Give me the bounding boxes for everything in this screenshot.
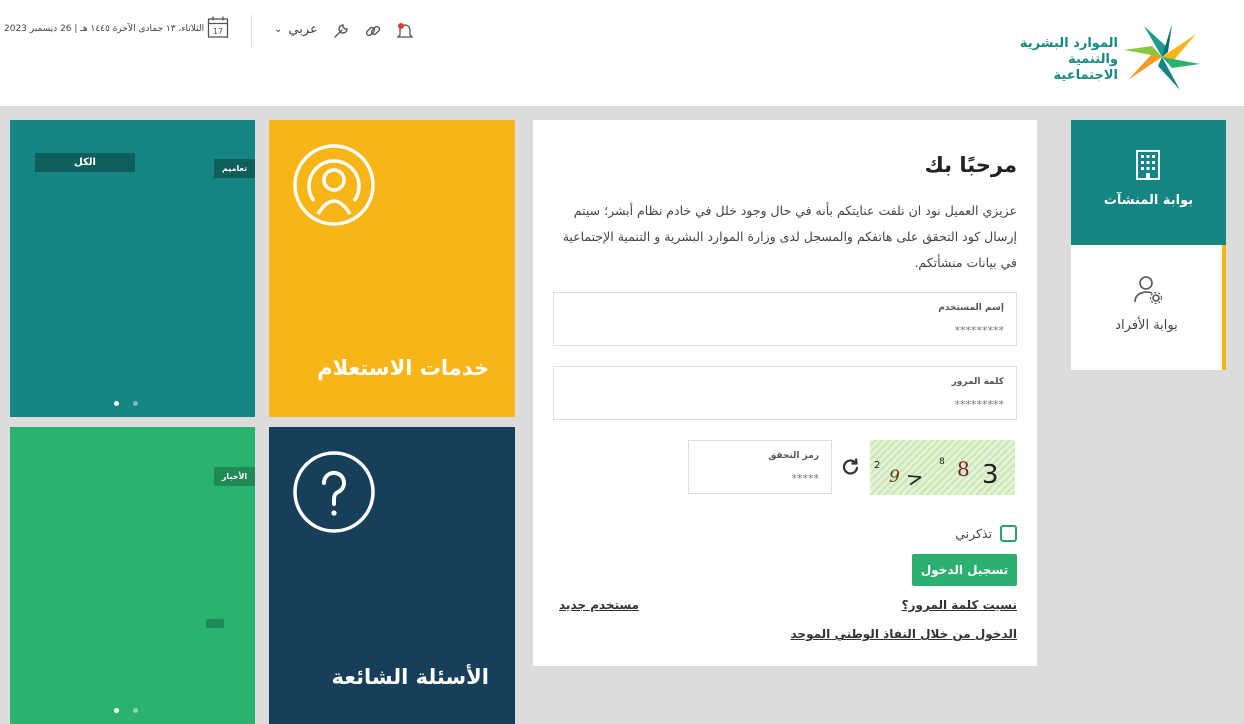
inquiry-services-title: خدمات الاستعلام	[317, 356, 489, 380]
date-display: الثلاثاء، ١٣ جمادى الآخرة ١٤٤٥ هـ | 26 د…	[4, 18, 204, 40]
verification-code-label: رمز التحقق	[768, 451, 819, 461]
news-tile-2[interactable]: الأخبار	[10, 427, 255, 724]
password-field[interactable]: كلمة المرور	[553, 366, 1017, 420]
calendar-day: 17	[213, 27, 223, 36]
carousel-dot[interactable]	[114, 401, 119, 406]
broadcast-person-icon	[293, 144, 375, 226]
intro-text: عزيزي العميل نود ان نلفت عنايتكم بأنه في…	[562, 203, 1017, 270]
carousel-dot[interactable]	[133, 708, 138, 713]
logo-mark-icon	[1124, 24, 1200, 90]
carousel-dots	[114, 708, 138, 713]
faq-tile[interactable]: الأسئلة الشائعة	[269, 427, 515, 724]
inquiry-services-tile[interactable]: خدمات الاستعلام	[269, 120, 515, 417]
captcha-char: >	[904, 464, 926, 492]
slide-indicator	[206, 619, 224, 628]
password-label: كلمة المرور	[951, 377, 1004, 387]
date-text: الثلاثاء، ١٣ جمادى الآخرة ١٤٤٥ هـ | 26 د…	[4, 24, 205, 34]
password-input[interactable]	[804, 398, 1004, 411]
username-label: إسم المستخدم	[938, 303, 1004, 313]
remember-me-label: تذكرني	[955, 526, 992, 541]
header-divider	[251, 15, 252, 47]
chevron-down-icon: ⌄	[274, 24, 283, 35]
captcha-image: 3 8 8 > 2 9	[870, 440, 1015, 495]
verification-code-input[interactable]	[759, 472, 819, 485]
captcha-char: 8	[957, 457, 970, 481]
calendar-icon[interactable]: 17	[207, 15, 229, 39]
username-input[interactable]	[804, 324, 1004, 337]
carousel-dots	[114, 401, 138, 406]
captcha-char: 8	[939, 457, 945, 467]
nafath-login-link[interactable]: الدخول من خلال النفاذ الوطني الموحد	[791, 627, 1018, 641]
individuals-portal-tab[interactable]: بوابة الأفراد	[1071, 245, 1226, 370]
remember-me[interactable]: تذكرني	[955, 525, 1017, 542]
welcome-heading: مرحبًا بك	[924, 153, 1017, 177]
user-settings-icon	[1134, 276, 1163, 305]
language-label: عربي	[288, 22, 318, 37]
logo-text: الموارد البشرية والتنمية الاجتماعية	[1019, 36, 1118, 83]
faq-title: الأسئلة الشائعة	[331, 665, 490, 689]
ministry-logo[interactable]: الموارد البشرية والتنمية الاجتماعية	[1000, 22, 1205, 92]
establishments-portal-tab[interactable]: بوابة المنشآت	[1071, 120, 1226, 245]
forgot-password-link[interactable]: نسيت كلمة المرور؟	[902, 598, 1017, 612]
captcha-char: 2	[874, 460, 880, 471]
top-header: الموارد البشرية والتنمية الاجتماعية الثل…	[0, 0, 1244, 106]
username-field[interactable]: إسم المستخدم	[553, 292, 1017, 346]
bell-icon[interactable]	[396, 22, 414, 40]
carousel-dot[interactable]	[114, 708, 119, 713]
new-user-link[interactable]: مستخدم جديد	[559, 598, 639, 612]
establishments-portal-label: بوابة المنشآت	[1103, 193, 1194, 208]
captcha-char: 9	[889, 467, 900, 487]
captcha-char: 3	[982, 460, 999, 490]
login-card: مرحبًا بك عزيزي العميل نود ان نلفت عنايت…	[533, 120, 1037, 666]
wrench-icon[interactable]	[332, 22, 350, 40]
building-icon	[1136, 150, 1160, 180]
verification-code-field[interactable]: رمز التحقق	[688, 440, 832, 494]
news-tile[interactable]: الكل تعاميم	[10, 120, 255, 417]
link-icon[interactable]	[364, 22, 382, 40]
remember-me-checkbox[interactable]	[1000, 525, 1017, 542]
circulars-tag[interactable]: تعاميم	[214, 159, 255, 178]
news-tag[interactable]: الأخبار	[214, 467, 255, 486]
captcha-glyphs: 3 8 8 > 2 9	[874, 457, 999, 492]
language-selector[interactable]: ⌄ عربي	[274, 22, 318, 37]
carousel-dot[interactable]	[133, 401, 138, 406]
filter-all-tag[interactable]: الكل	[35, 153, 135, 172]
question-icon	[293, 451, 375, 533]
refresh-captcha-icon[interactable]	[840, 456, 862, 478]
individuals-portal-label: بوابة الأفراد	[1115, 318, 1178, 333]
login-button[interactable]: تسجيل الدخول	[912, 554, 1017, 586]
